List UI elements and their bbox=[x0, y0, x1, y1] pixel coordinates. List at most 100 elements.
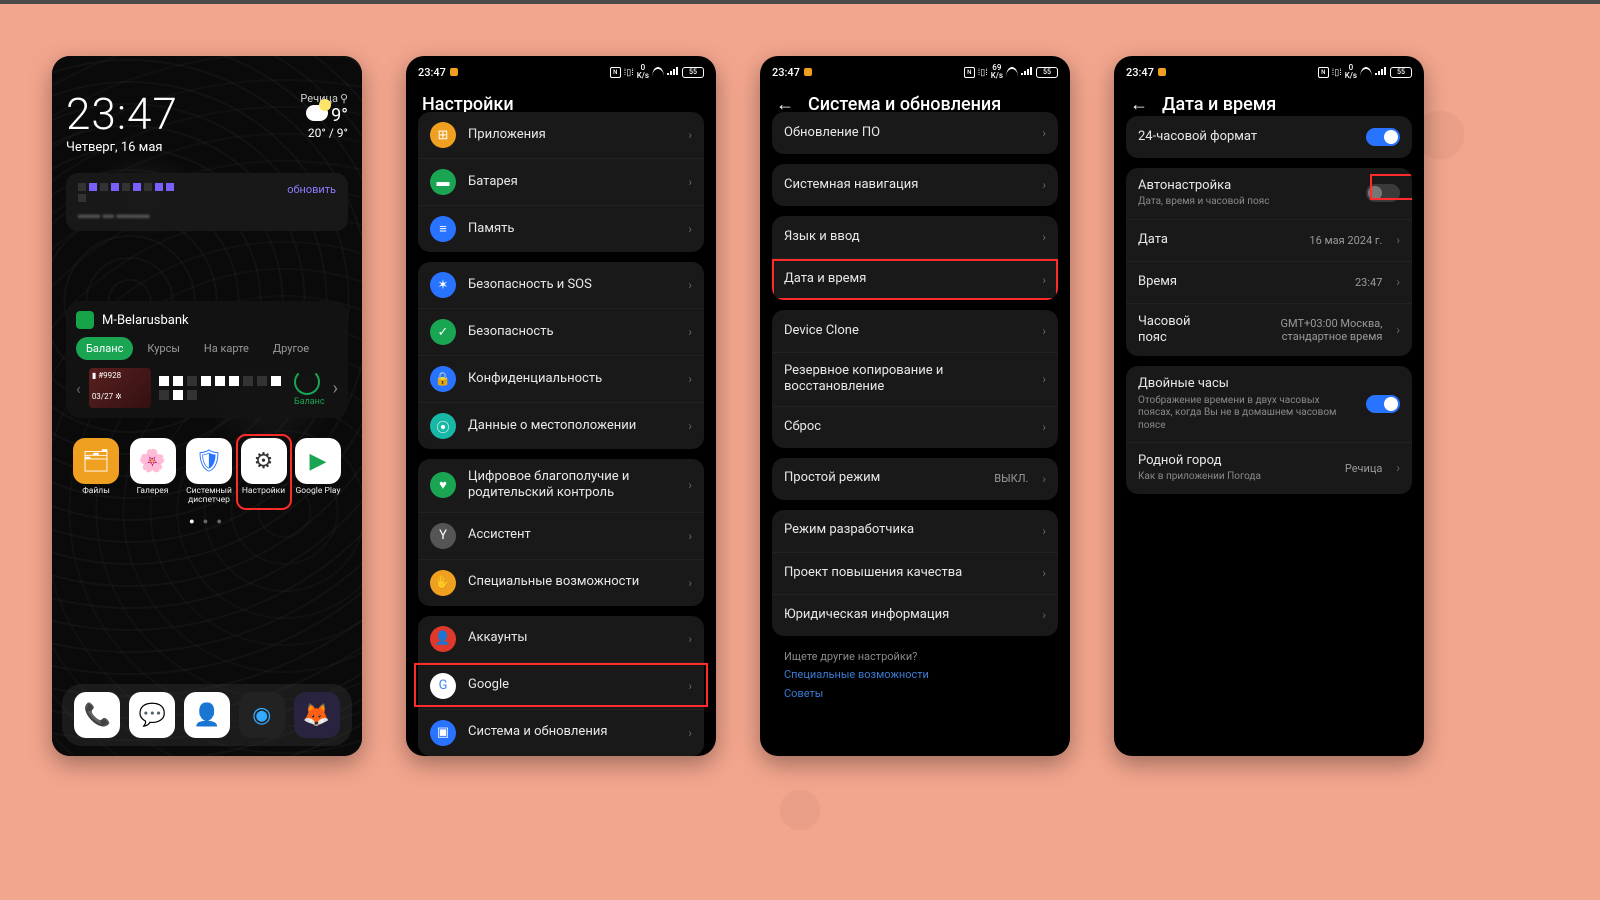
row-dual-clock[interactable]: Двойные часыОтображение времени в двух ч… bbox=[1126, 366, 1412, 442]
settings-row[interactable]: Режим разработчика› bbox=[772, 510, 1058, 552]
row-timezone[interactable]: Часовой пояс GMT+03:00 Москва, стандартн… bbox=[1126, 303, 1412, 357]
dock: 📞 💬 👤 ◉ 🦊 bbox=[62, 684, 352, 746]
chevron-right-icon: › bbox=[1042, 126, 1046, 140]
row-time[interactable]: Время 23:47› bbox=[1126, 261, 1412, 303]
settings-row[interactable]: Сброс› bbox=[772, 406, 1058, 448]
chevron-right-icon: › bbox=[688, 529, 692, 543]
status-bar: 23:47 N⁞▯⁞69K/s55 bbox=[760, 56, 1070, 84]
app-gallery[interactable]: 🌸Галерея bbox=[127, 438, 179, 506]
battery-icon: 55 bbox=[1036, 67, 1058, 78]
bank-tab-map[interactable]: На карте bbox=[194, 337, 259, 360]
notification-dot-icon bbox=[450, 68, 458, 76]
app-settings[interactable]: ⚙Настройки bbox=[238, 436, 290, 508]
settings-row[interactable]: YАссистент› bbox=[418, 512, 704, 559]
bank-widget[interactable]: M-Belarusbank Баланс Курсы На карте Друг… bbox=[66, 301, 348, 418]
toggle-24h[interactable] bbox=[1366, 128, 1400, 146]
row-label: Юридическая информация bbox=[784, 607, 1030, 623]
weather-widget[interactable]: 9° 20° / 9° bbox=[300, 105, 348, 140]
dock-camera[interactable]: ◉ bbox=[239, 692, 285, 738]
row-home-city[interactable]: Родной городКак в приложении Погода Речи… bbox=[1126, 442, 1412, 494]
row-label: Память bbox=[468, 221, 676, 237]
location-pin-icon: ⚲ bbox=[340, 92, 348, 105]
row-label: Цифровое благополучие и родительский кон… bbox=[468, 469, 676, 502]
chevron-right-icon: › bbox=[1042, 524, 1046, 538]
refresh-label: Баланс bbox=[294, 397, 325, 407]
weather-temp: 9° bbox=[331, 105, 348, 126]
settings-row[interactable]: ✋Специальные возможности› bbox=[418, 559, 704, 606]
bank-tab-balance[interactable]: Баланс bbox=[76, 337, 133, 360]
home-clock[interactable]: 23:47 bbox=[66, 92, 178, 136]
chevron-right-icon: › bbox=[1396, 275, 1400, 289]
row-date[interactable]: Дата 16 мая 2024 г.› bbox=[1126, 219, 1412, 261]
bank-name: M-Belarusbank bbox=[102, 313, 189, 328]
dock-phone[interactable]: 📞 bbox=[74, 692, 120, 738]
dock-firefox[interactable]: 🦊 bbox=[294, 692, 340, 738]
chevron-right-icon: › bbox=[1042, 608, 1046, 622]
notification-dot-icon bbox=[1158, 68, 1166, 76]
row-label: Безопасность и SOS bbox=[468, 277, 676, 293]
settings-row[interactable]: 🔒Конфиденциальность› bbox=[418, 355, 704, 402]
bank-tab-rates[interactable]: Курсы bbox=[137, 337, 190, 360]
app-play[interactable]: ▶Google Play bbox=[292, 438, 344, 506]
chevron-right-icon: › bbox=[1042, 178, 1046, 192]
row-label: Безопасность bbox=[468, 324, 676, 340]
row-icon: ⦿ bbox=[430, 413, 456, 439]
settings-row[interactable]: ✶Безопасность и SOS› bbox=[418, 262, 704, 308]
settings-row[interactable]: ⦿Данные о местоположении› bbox=[418, 402, 704, 449]
screenshot-stage: 23:47 N ⁞▯⁞ 0K/s 55 23:47 Четверг, 16 ма… bbox=[0, 0, 1600, 812]
suggestion-link[interactable]: Специальные возможности bbox=[768, 665, 1062, 684]
chevron-right-icon: › bbox=[1042, 230, 1046, 244]
row-24h-format[interactable]: 24-часовой формат bbox=[1126, 116, 1412, 158]
settings-row[interactable]: ▬Батарея› bbox=[418, 158, 704, 205]
bank-tabs: Баланс Курсы На карте Другое bbox=[76, 337, 338, 360]
settings-row[interactable]: 👤Аккаунты› bbox=[418, 616, 704, 662]
app-files[interactable]: 🗂Файлы bbox=[70, 438, 122, 506]
settings-row[interactable]: Обновление ПО › bbox=[772, 112, 1058, 154]
row-auto-time[interactable]: АвтонастройкаДата, время и часовой пояс bbox=[1126, 168, 1412, 219]
settings-row[interactable]: Системная навигация › bbox=[772, 164, 1058, 206]
settings-row[interactable]: ⊞Приложения› bbox=[418, 112, 704, 158]
chevron-right-icon: › bbox=[1396, 323, 1400, 337]
nfc-icon: N bbox=[964, 67, 975, 78]
settings-row[interactable]: ▣Система и обновления› bbox=[418, 709, 704, 756]
row-icon: ▣ bbox=[430, 720, 456, 746]
chevron-right-icon: › bbox=[688, 128, 692, 142]
bank-next[interactable]: › bbox=[333, 378, 338, 399]
toggle-auto-time[interactable] bbox=[1366, 184, 1400, 202]
bank-prev[interactable]: ‹ bbox=[76, 379, 81, 398]
toggle-dual-clock[interactable] bbox=[1366, 395, 1400, 413]
settings-row[interactable]: ≡Память› bbox=[418, 205, 704, 252]
chevron-right-icon: › bbox=[688, 372, 692, 386]
settings-row[interactable]: Проект повышения качества› bbox=[772, 552, 1058, 594]
phone-system: 23:47 N⁞▯⁞69K/s55 ←Система и обновления … bbox=[760, 56, 1070, 756]
settings-row[interactable]: Device Clone› bbox=[772, 310, 1058, 352]
chevron-right-icon: › bbox=[1042, 420, 1046, 434]
phone-settings: 23:47 N⁞▯⁞0K/s55 Настройки ⊞Приложения›▬… bbox=[406, 56, 716, 756]
chevron-right-icon: › bbox=[688, 175, 692, 189]
row-label: Обновление ПО bbox=[784, 125, 1030, 141]
settings-row[interactable]: Резервное копирование и восстановление› bbox=[772, 352, 1058, 406]
row-label: Системная навигация bbox=[784, 177, 1030, 193]
chevron-right-icon: › bbox=[688, 478, 692, 492]
suggestion-link[interactable]: Советы bbox=[768, 684, 1062, 703]
settings-row[interactable]: Простой режимВЫКЛ.› bbox=[772, 458, 1058, 500]
widget-refresh[interactable]: обновить bbox=[287, 183, 336, 196]
row-label: Ассистент bbox=[468, 527, 676, 543]
row-icon: ⊞ bbox=[430, 122, 456, 148]
weather-range: 20° / 9° bbox=[308, 126, 348, 140]
chevron-right-icon: › bbox=[1042, 273, 1046, 287]
settings-row[interactable]: Юридическая информация › bbox=[772, 594, 1058, 636]
bank-card[interactable]: ▮ #9928 03/27 ✲ bbox=[89, 368, 151, 408]
settings-row[interactable]: ♥Цифровое благополучие и родительский ко… bbox=[418, 459, 704, 512]
settings-row[interactable]: GGoogle› bbox=[418, 662, 704, 709]
settings-row[interactable]: Язык и ввод› bbox=[772, 216, 1058, 258]
refresh-icon[interactable] bbox=[294, 369, 320, 395]
bank-logo-icon bbox=[76, 311, 94, 329]
dock-messages[interactable]: 💬 bbox=[129, 692, 175, 738]
dock-contacts[interactable]: 👤 bbox=[184, 692, 230, 738]
settings-row[interactable]: ✓Безопасность› bbox=[418, 308, 704, 355]
app-optimizer[interactable]: 🛡Системный диспетчер bbox=[183, 438, 235, 506]
bank-tab-other[interactable]: Другое bbox=[263, 337, 319, 360]
row-date-time[interactable]: Дата и время› bbox=[772, 258, 1058, 300]
pixel-widget[interactable]: обновить ▬▬ ▬ ▬▬▬ bbox=[66, 173, 348, 231]
